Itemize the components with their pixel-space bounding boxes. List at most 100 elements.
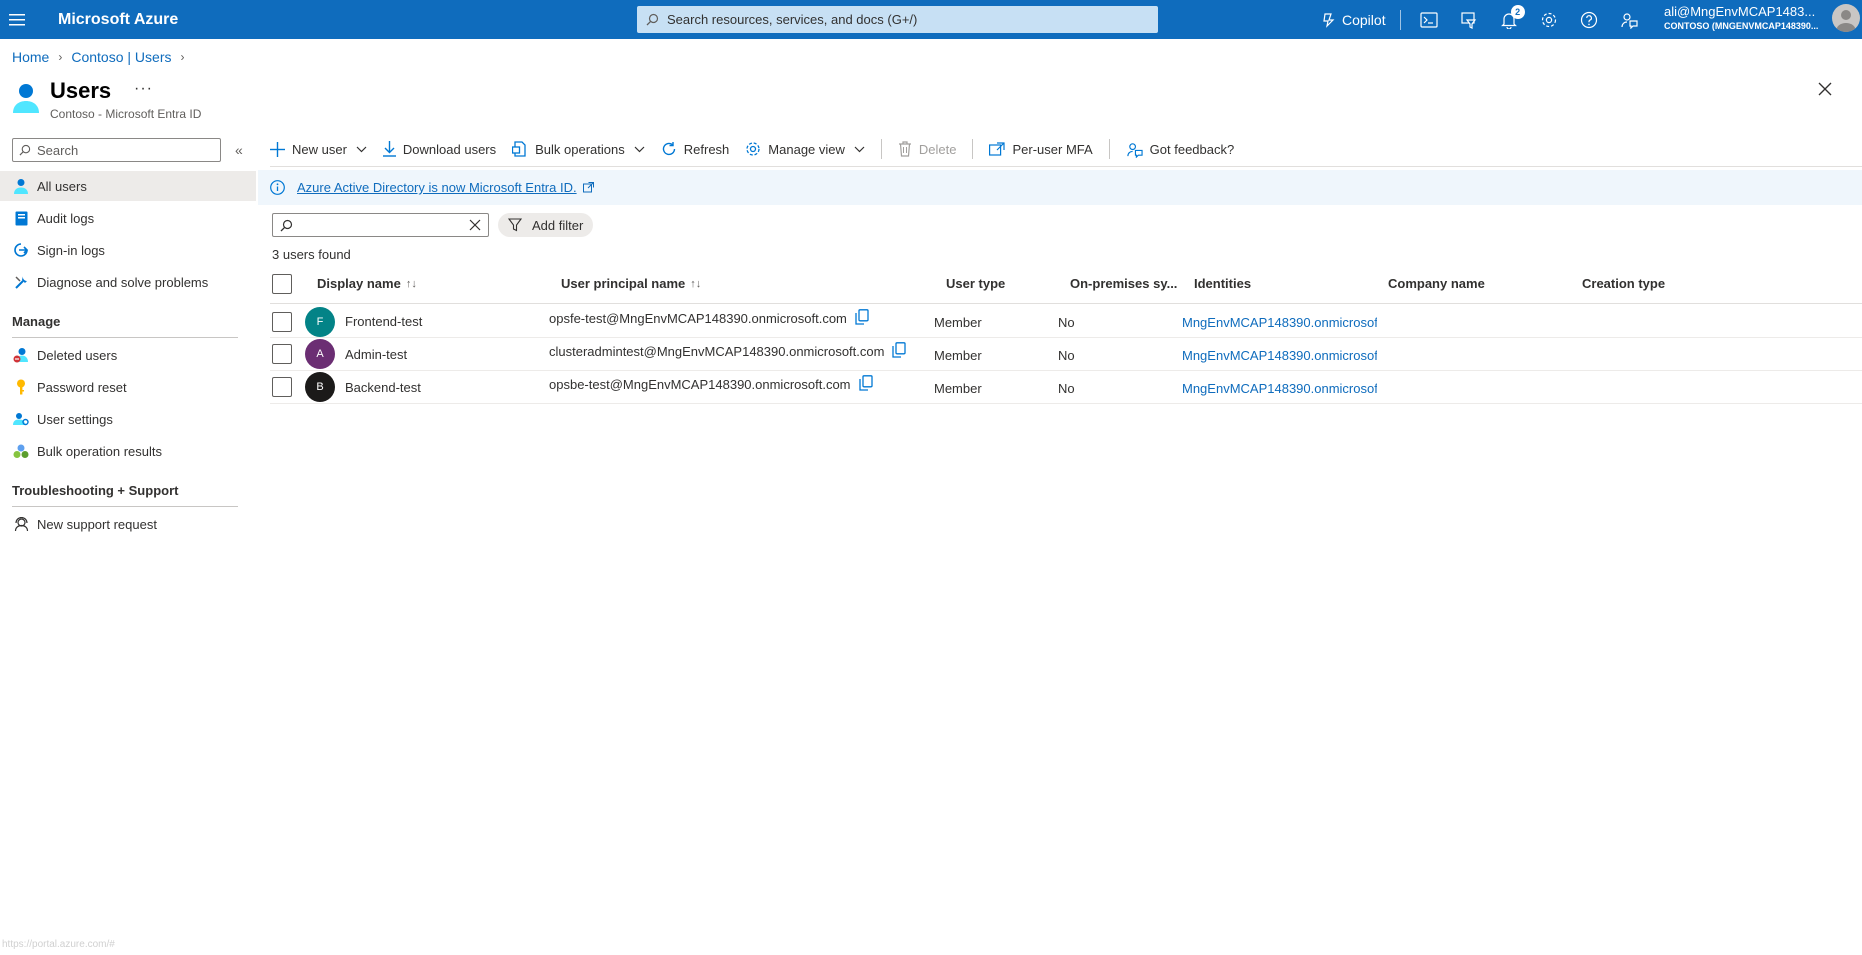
column-header-upn[interactable]: User principal name ↑↓ <box>561 276 701 291</box>
audit-log-icon <box>12 211 30 226</box>
close-icon[interactable] <box>1818 82 1832 96</box>
column-header-user-type[interactable]: User type <box>946 276 1005 291</box>
help-icon[interactable] <box>1569 0 1609 39</box>
download-users-button[interactable]: Download users <box>382 141 496 157</box>
hamburger-menu-icon[interactable] <box>0 0 34 39</box>
column-header-display-name[interactable]: Display name ↑↓ <box>317 276 417 291</box>
page-subtitle: Contoso - Microsoft Entra ID <box>50 107 202 121</box>
got-feedback-button[interactable]: Got feedback? <box>1126 141 1235 158</box>
got-feedback-label: Got feedback? <box>1149 141 1235 157</box>
gear-icon <box>745 141 761 157</box>
refresh-button[interactable]: Refresh <box>661 141 729 157</box>
row-checkbox[interactable] <box>272 377 292 397</box>
identity-link[interactable]: MngEnvMCAP148390.onmicrosoft.com <box>1182 348 1377 363</box>
select-all-checkbox[interactable] <box>272 274 292 294</box>
sidebar-item-sign-in-logs[interactable]: Sign-in logs <box>0 235 256 265</box>
divider <box>880 139 882 159</box>
account-info[interactable]: ali@MngEnvMCAP1483... CONTOSO (MNGENVMCA… <box>1664 4 1824 31</box>
external-link-icon[interactable] <box>582 182 594 193</box>
collapse-sidebar-button[interactable]: « <box>235 142 243 158</box>
copilot-button[interactable]: Copilot <box>1320 12 1386 28</box>
on-premises-sync: No <box>1058 348 1075 363</box>
row-checkbox[interactable] <box>272 344 292 364</box>
column-header-identities[interactable]: Identities <box>1194 276 1251 291</box>
user-principal-name: opsbe-test@MngEnvMCAP148390.onmicrosoft.… <box>549 377 851 392</box>
user-icon <box>12 178 30 194</box>
new-user-button[interactable]: New user <box>270 141 367 157</box>
notifications-icon[interactable]: 2 <box>1489 0 1529 39</box>
on-premises-sync: No <box>1058 315 1075 330</box>
bulk-operations-label: Bulk operations <box>535 141 625 157</box>
sidebar-item-user-settings[interactable]: User settings <box>0 404 256 434</box>
avatar: F <box>305 307 335 337</box>
clear-search-icon[interactable] <box>469 219 481 231</box>
sidebar-item-label: User settings <box>37 411 113 427</box>
user-principal-name: opsfe-test@MngEnvMCAP148390.onmicrosoft.… <box>549 311 847 326</box>
identity-link[interactable]: MngEnvMCAP148390.onmicrosoft.com <box>1182 381 1377 396</box>
sidebar-item-deleted-users[interactable]: Deleted users <box>0 340 256 370</box>
global-search-input[interactable]: Search resources, services, and docs (G+… <box>637 6 1158 33</box>
column-label: Display name <box>317 276 401 291</box>
add-filter-button[interactable]: Add filter <box>498 213 594 237</box>
settings-gear-icon[interactable] <box>1529 0 1569 39</box>
column-header-company-name[interactable]: Company name <box>1388 276 1485 291</box>
new-user-label: New user <box>292 141 347 157</box>
user-name-link[interactable]: Backend-test <box>345 380 421 395</box>
breadcrumb: Home › Contoso | Users › <box>12 49 193 65</box>
account-name: ali@MngEnvMCAP1483... <box>1664 4 1816 19</box>
filter-icon <box>508 218 522 232</box>
column-header-on-premises[interactable]: On-premises sy... <box>1070 276 1177 291</box>
per-user-mfa-button[interactable]: Per-user MFA <box>989 141 1093 157</box>
chevron-down-icon <box>356 146 367 153</box>
copilot-icon <box>1320 12 1336 28</box>
divider <box>1108 139 1110 159</box>
delete-button[interactable]: Delete <box>898 141 957 157</box>
entra-rename-link[interactable]: Azure Active Directory is now Microsoft … <box>297 180 577 195</box>
divider <box>972 139 974 159</box>
sidebar-item-label: Sign-in logs <box>37 242 105 258</box>
sort-icon: ↑↓ <box>405 277 417 290</box>
account-avatar[interactable] <box>1832 4 1860 32</box>
identity-link[interactable]: MngEnvMCAP148390.onmicrosoft.com <box>1182 315 1377 330</box>
support-icon <box>12 516 30 532</box>
manage-view-label: Manage view <box>768 141 845 157</box>
breadcrumb-home[interactable]: Home <box>12 49 49 65</box>
manage-view-button[interactable]: Manage view <box>745 141 865 157</box>
bulk-results-icon <box>12 444 30 459</box>
user-principal-name: clusteradmintest@MngEnvMCAP148390.onmicr… <box>549 344 885 359</box>
sidebar-item-label: Diagnose and solve problems <box>37 274 209 290</box>
delete-label: Delete <box>918 141 957 157</box>
users-search-input[interactable] <box>272 213 489 237</box>
breadcrumb-parent[interactable]: Contoso | Users <box>71 49 171 65</box>
copilot-label: Copilot <box>1342 11 1386 28</box>
copy-icon[interactable] <box>892 342 906 358</box>
sidebar-item-audit-logs[interactable]: Audit logs <box>0 203 256 233</box>
command-bar: New user Download users Bulk operations … <box>270 136 1250 162</box>
sign-in-icon <box>12 242 30 258</box>
bulk-operations-icon <box>512 141 528 157</box>
sidebar-section-manage: Manage <box>12 314 61 329</box>
more-options-button[interactable]: ··· <box>134 80 153 98</box>
notifications-badge: 2 <box>1510 5 1525 19</box>
bulk-operations-button[interactable]: Bulk operations <box>512 141 645 157</box>
trash-icon <box>898 141 912 157</box>
brand-title[interactable]: Microsoft Azure <box>58 11 178 29</box>
cloud-shell-icon[interactable] <box>1409 0 1449 39</box>
directory-filter-icon[interactable] <box>1449 0 1489 39</box>
column-header-creation-type[interactable]: Creation type <box>1582 276 1665 291</box>
sidebar-item-bulk-operation-results[interactable]: Bulk operation results <box>0 436 256 466</box>
row-checkbox[interactable] <box>272 312 292 332</box>
sidebar-item-diagnose[interactable]: Diagnose and solve problems <box>0 267 256 297</box>
chevron-down-icon <box>854 146 865 153</box>
copy-icon[interactable] <box>855 309 869 325</box>
sidebar-search-input[interactable]: Search <box>12 138 221 162</box>
sidebar-item-all-users[interactable]: All users <box>0 171 256 201</box>
sidebar-item-new-support-request[interactable]: New support request <box>0 509 256 539</box>
user-name-link[interactable]: Frontend-test <box>345 314 422 329</box>
per-user-mfa-label: Per-user MFA <box>1012 141 1093 157</box>
feedback-icon[interactable] <box>1609 0 1649 39</box>
user-name-link[interactable]: Admin-test <box>345 347 407 362</box>
copy-icon[interactable] <box>859 375 873 391</box>
key-icon <box>12 379 30 395</box>
sidebar-item-password-reset[interactable]: Password reset <box>0 372 256 402</box>
